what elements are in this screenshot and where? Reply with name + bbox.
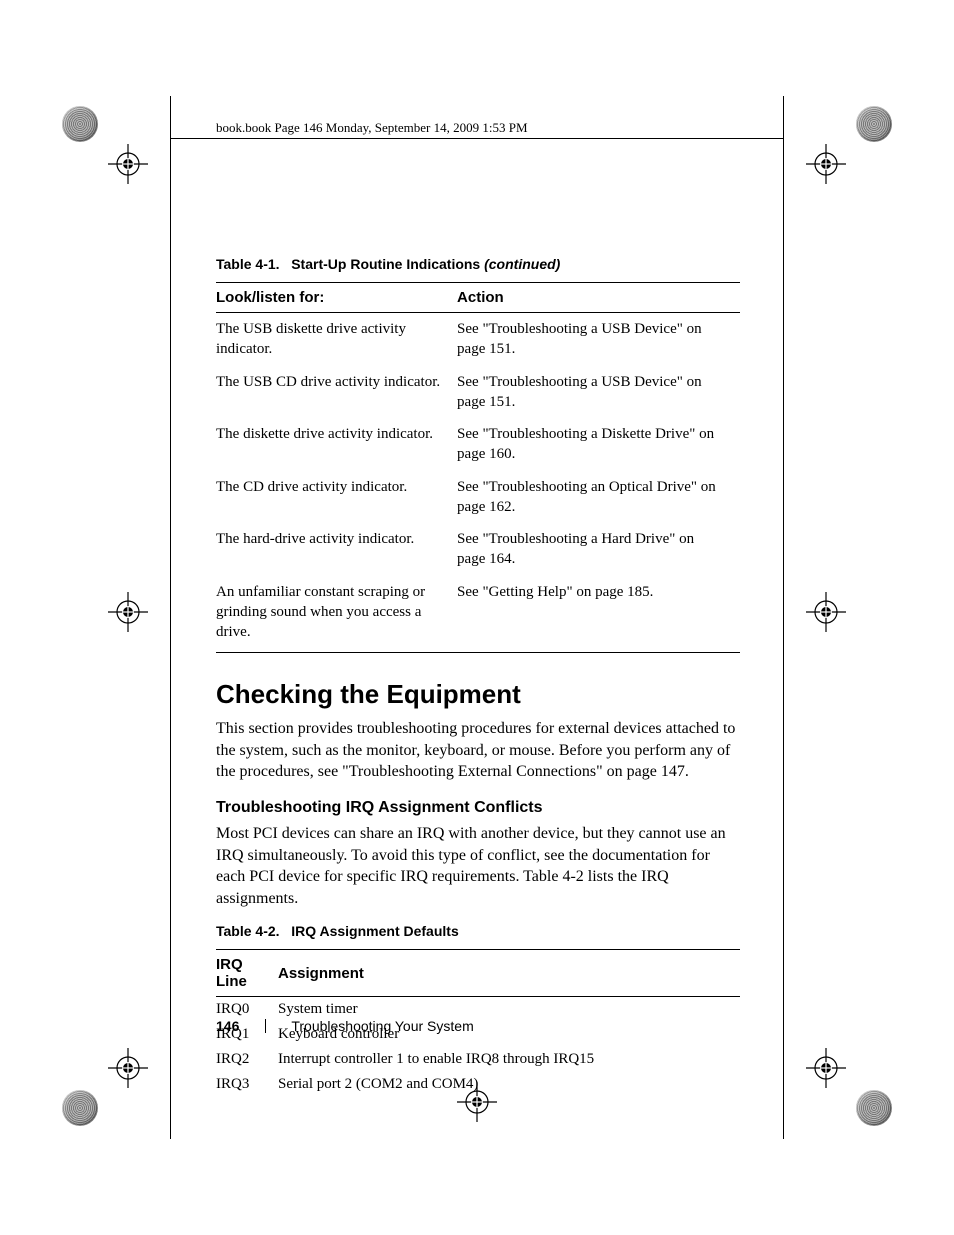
footer-section-title: Troubleshooting Your System — [291, 1018, 473, 1034]
corner-sphere-icon — [62, 1090, 98, 1126]
cell-action: See "Troubleshooting an Optical Drive" o… — [457, 471, 740, 524]
table-2-caption: Table 4-2. IRQ Assignment Defaults — [216, 923, 740, 939]
table-row: The CD drive activity indicator.See "Tro… — [216, 471, 740, 524]
running-header: book.book Page 146 Monday, September 14,… — [216, 120, 528, 136]
table-1-title: Start-Up Routine Indications — [291, 256, 484, 272]
section-heading: Checking the Equipment — [216, 679, 740, 710]
registration-mark-icon — [806, 144, 846, 184]
cell-assign: Serial port 2 (COM2 and COM4) — [278, 1072, 740, 1097]
table-2-head-assign: Assignment — [278, 950, 740, 997]
registration-mark-icon — [108, 1048, 148, 1088]
cell-irq: IRQ3 — [216, 1072, 278, 1097]
cell-action: See "Troubleshooting a USB Device" on pa… — [457, 366, 740, 419]
cell-look: The hard-drive activity indicator. — [216, 523, 457, 576]
cell-action: See "Getting Help" on page 185. — [457, 576, 740, 653]
table-1-continued: (continued) — [484, 256, 560, 272]
table-1-head-action: Action — [457, 283, 740, 313]
corner-sphere-icon — [856, 106, 892, 142]
body-paragraph: This section provides troubleshooting pr… — [216, 718, 740, 783]
cell-look: The USB diskette drive activity indicato… — [216, 313, 457, 366]
table-row: The hard-drive activity indicator.See "T… — [216, 523, 740, 576]
subsection-heading: Troubleshooting IRQ Assignment Conflicts — [216, 799, 740, 817]
page-content: Table 4-1. Start-Up Routine Indications … — [216, 256, 740, 1097]
table-row: The USB diskette drive activity indicato… — [216, 313, 740, 366]
running-header-rule — [170, 138, 784, 139]
table-1-caption: Table 4-1. Start-Up Routine Indications … — [216, 256, 740, 272]
footer-separator — [265, 1019, 266, 1033]
page-number: 146 — [216, 1018, 239, 1034]
cell-action: See "Troubleshooting a Diskette Drive" o… — [457, 418, 740, 471]
registration-mark-icon — [806, 592, 846, 632]
cell-look: The diskette drive activity indicator. — [216, 418, 457, 471]
cell-look: The CD drive activity indicator. — [216, 471, 457, 524]
table-row: IRQ2Interrupt controller 1 to enable IRQ… — [216, 1047, 740, 1072]
frame-right-rule — [783, 96, 784, 1139]
page-footer: 146 Troubleshooting Your System — [216, 1018, 474, 1036]
table-row: An unfamiliar constant scraping or grind… — [216, 576, 740, 653]
table-row: The diskette drive activity indicator.Se… — [216, 418, 740, 471]
corner-sphere-icon — [856, 1090, 892, 1126]
registration-mark-icon — [108, 144, 148, 184]
cell-action: See "Troubleshooting a USB Device" on pa… — [457, 313, 740, 366]
registration-mark-icon — [806, 1048, 846, 1088]
cell-assign: Interrupt controller 1 to enable IRQ8 th… — [278, 1047, 740, 1072]
table-1: Look/listen for: Action The USB diskette… — [216, 282, 740, 653]
corner-sphere-icon — [62, 106, 98, 142]
cell-irq: IRQ2 — [216, 1047, 278, 1072]
table-2-label: Table 4-2. — [216, 923, 280, 939]
cell-action: See "Troubleshooting a Hard Drive" on pa… — [457, 523, 740, 576]
body-paragraph: Most PCI devices can share an IRQ with a… — [216, 823, 740, 909]
table-1-head-look: Look/listen for: — [216, 283, 457, 313]
registration-mark-icon — [108, 592, 148, 632]
cell-look: The USB CD drive activity indicator. — [216, 366, 457, 419]
cell-look: An unfamiliar constant scraping or grind… — [216, 576, 457, 653]
table-2-head-irq: IRQ Line — [216, 950, 278, 997]
table-row: IRQ3Serial port 2 (COM2 and COM4) — [216, 1072, 740, 1097]
table-row: The USB CD drive activity indicator.See … — [216, 366, 740, 419]
table-2-title: IRQ Assignment Defaults — [291, 923, 459, 939]
table-1-label: Table 4-1. — [216, 256, 280, 272]
frame-left-rule — [170, 96, 171, 1139]
